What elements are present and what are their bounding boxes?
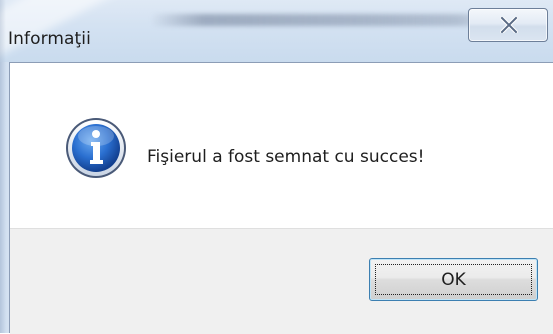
close-button[interactable] <box>468 8 548 42</box>
background-window-title-blur <box>150 14 510 26</box>
dialog-client-area: Fişierul a fost semnat cu succes! OK <box>9 62 553 334</box>
window-shadow <box>0 0 6 333</box>
message-area: Fişierul a fost semnat cu succes! <box>10 63 553 228</box>
message-text: Fişierul a fost semnat cu succes! <box>147 147 425 167</box>
ok-button[interactable]: OK <box>369 258 538 301</box>
window-title: Informaţii <box>8 29 91 49</box>
dialog-window: Informaţii Fişierul a fost semnat cu suc… <box>0 0 553 334</box>
info-icon <box>66 118 126 178</box>
ok-button-label: OK <box>441 269 466 290</box>
close-icon <box>500 17 518 33</box>
title-bar[interactable]: Informaţii <box>0 0 553 62</box>
button-bar: OK <box>10 228 553 334</box>
